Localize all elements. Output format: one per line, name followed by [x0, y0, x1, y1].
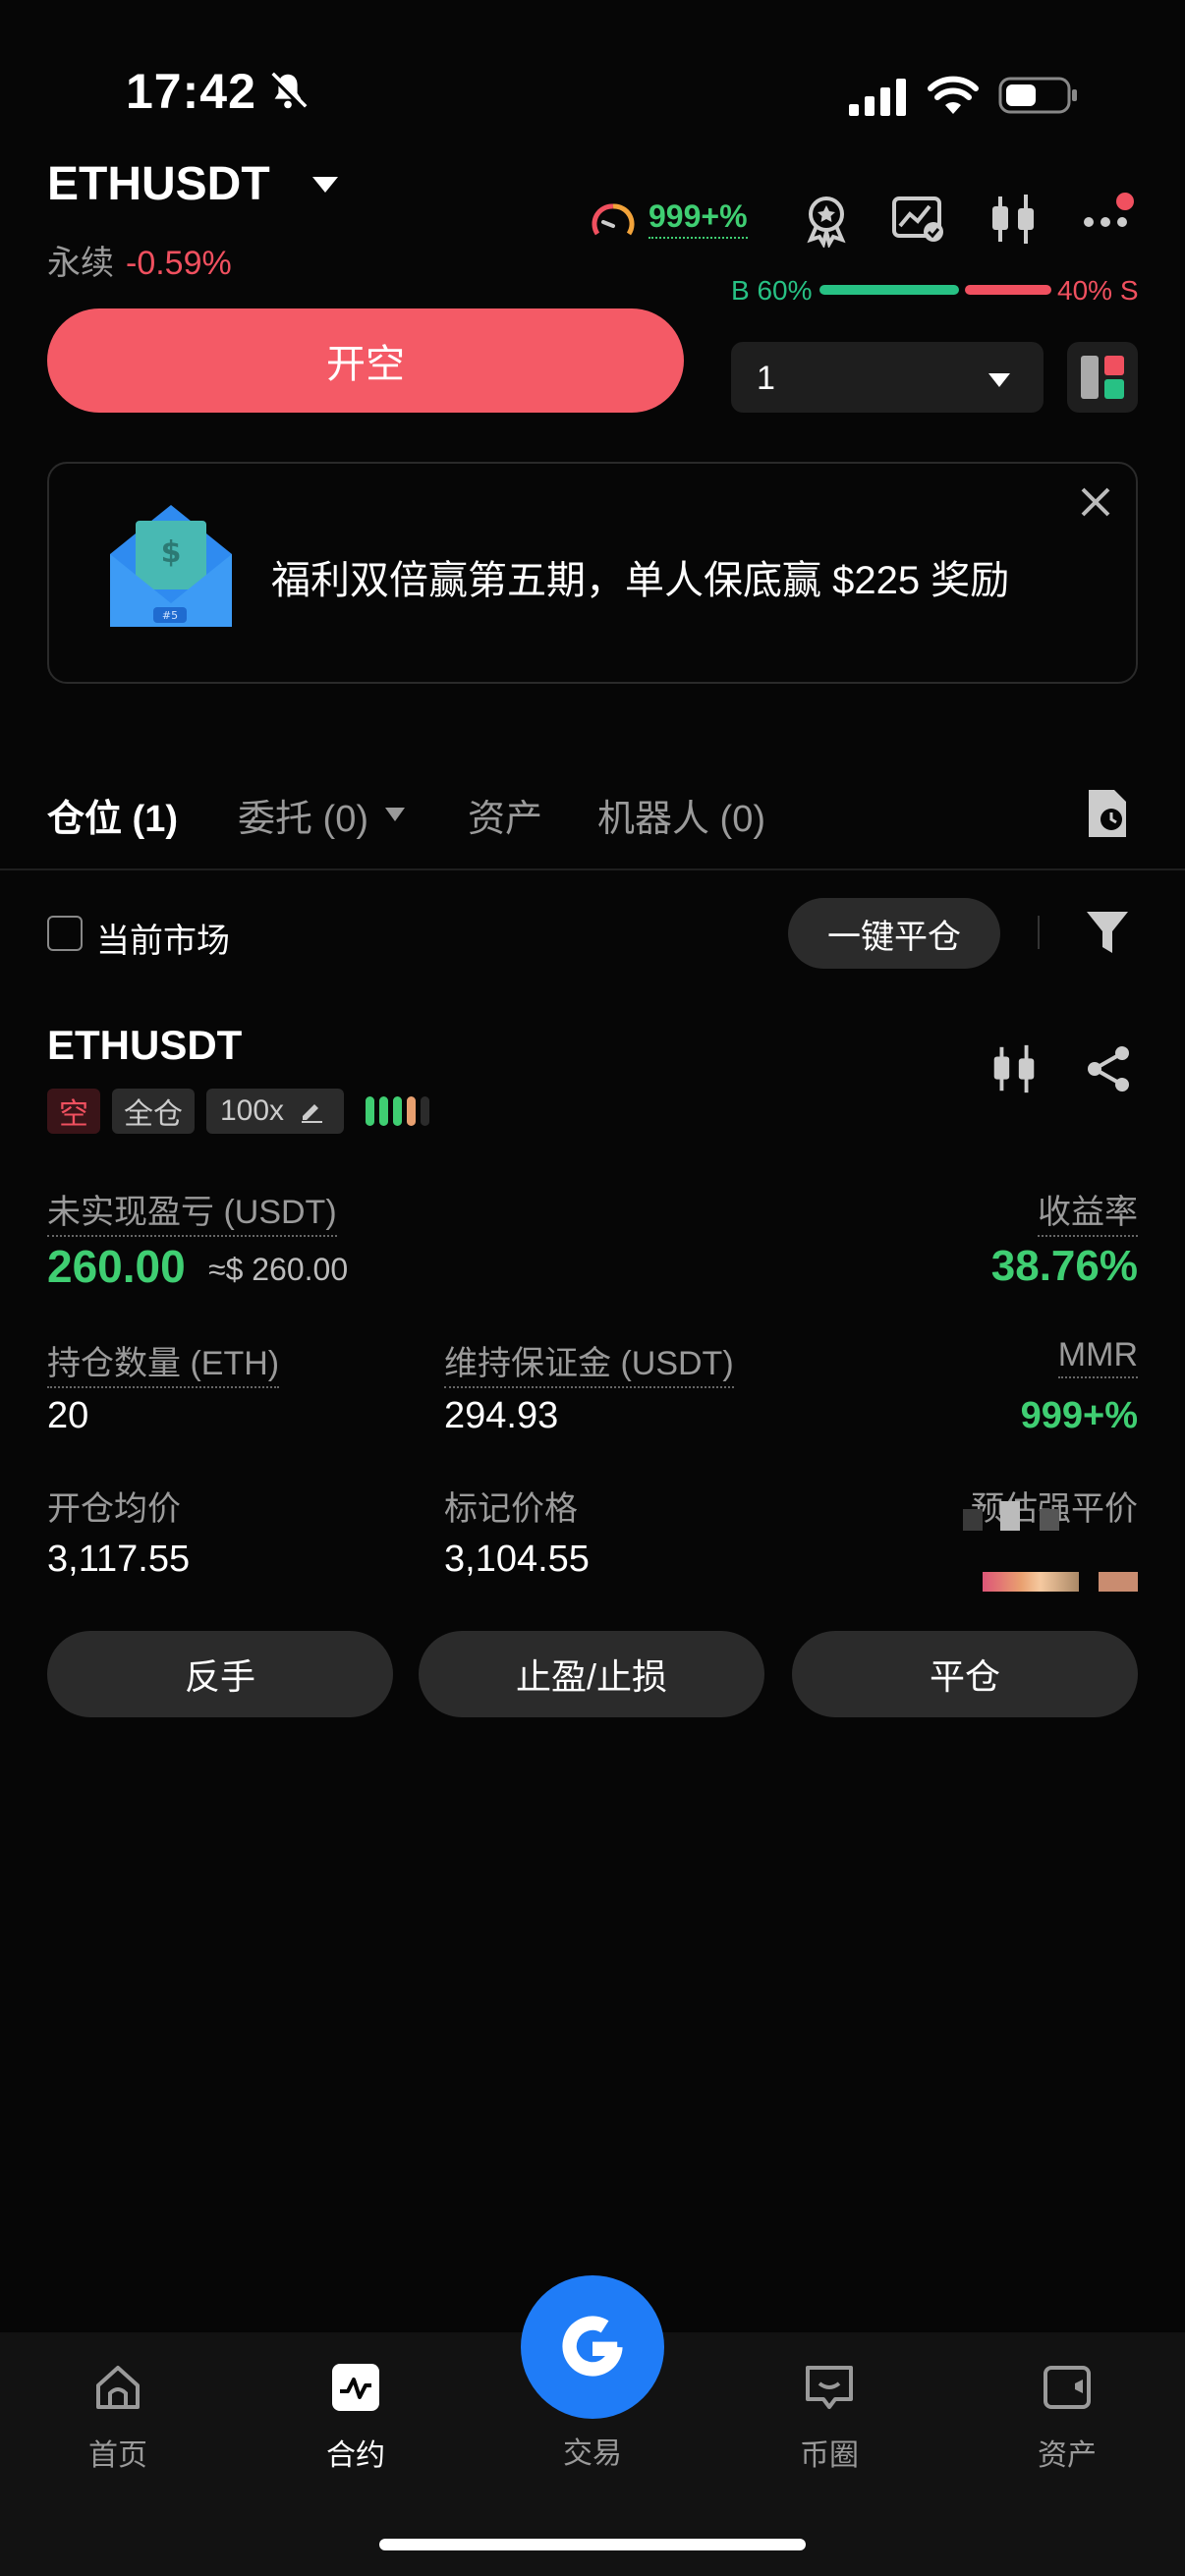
- tab-positions[interactable]: 仓位 (1): [47, 788, 178, 842]
- status-time: 17:42: [126, 64, 256, 119]
- nav-home-label: 首页: [88, 2439, 147, 2472]
- tab-bots[interactable]: 机器人 (0): [597, 788, 765, 842]
- vertical-divider: [1038, 916, 1040, 949]
- notification-dot: [1116, 193, 1134, 210]
- buy-ratio-label: B 60%: [731, 275, 813, 306]
- home-icon: [96, 2366, 140, 2409]
- candlestick-icon[interactable]: [987, 1041, 1042, 1096]
- history-document-icon[interactable]: [1085, 786, 1130, 841]
- wallet-icon: [1044, 2366, 1091, 2409]
- futures-icon: [332, 2364, 379, 2411]
- bell-muted-icon: [268, 72, 308, 111]
- sell-ratio-bar: [965, 285, 1051, 295]
- contract-type: 永续: [47, 245, 114, 282]
- tab-divider: [0, 868, 1185, 870]
- battery-icon: [998, 77, 1077, 114]
- share-icon[interactable]: [1083, 1043, 1134, 1094]
- tab-assets[interactable]: 资产: [468, 788, 542, 842]
- close-position-button[interactable]: 平仓: [792, 1631, 1138, 1717]
- nav-trade[interactable]: 交易: [534, 2358, 651, 2486]
- home-indicator: [379, 2539, 806, 2550]
- redacted-liq-price: [983, 1572, 1079, 1592]
- entry-price-label: 开仓均价: [47, 1490, 181, 1528]
- nav-community-label: 币圈: [800, 2439, 859, 2472]
- maint-margin-value: 294.93: [444, 1395, 559, 1436]
- mmr-indicator[interactable]: 999+%: [649, 198, 748, 239]
- wifi-icon: [928, 76, 979, 114]
- current-market-label: 当前市场: [96, 923, 230, 960]
- redacted-block: [1000, 1501, 1020, 1531]
- chat-icon: [806, 2366, 853, 2409]
- envelope-badge: #5: [162, 609, 178, 622]
- unrealized-pnl-approx: ≈$ 260.00: [208, 1252, 349, 1287]
- risk-level-bar: [393, 1096, 402, 1126]
- side-tag: 空: [47, 1089, 100, 1134]
- filter-icon[interactable]: [1085, 908, 1130, 957]
- banner-text: 福利双倍赢第五期，单人保底赢 $225 奖励: [271, 559, 1010, 602]
- caret-down-icon[interactable]: [312, 177, 338, 193]
- award-icon[interactable]: [798, 191, 855, 248]
- size-label[interactable]: 持仓数量 (ETH): [47, 1336, 280, 1388]
- redacted-block: [963, 1509, 983, 1531]
- caret-down-icon[interactable]: [385, 808, 405, 821]
- close-all-button[interactable]: 一键平仓: [788, 898, 1000, 969]
- nav-community[interactable]: 币圈: [770, 2358, 888, 2486]
- tab-orders[interactable]: 委托 (0): [238, 788, 368, 842]
- candlestick-icon[interactable]: [985, 191, 1042, 248]
- svg-text:$: $: [161, 535, 182, 570]
- chart-settings-icon[interactable]: [890, 191, 947, 248]
- nav-trade-label: 交易: [563, 2437, 622, 2470]
- edit-icon[interactable]: [299, 1098, 324, 1124]
- mark-price-value: 3,104.55: [444, 1539, 590, 1580]
- tpsl-button[interactable]: 止盈/止损: [419, 1631, 764, 1717]
- buy-ratio-bar: [819, 285, 959, 295]
- nav-assets[interactable]: 资产: [1008, 2358, 1126, 2486]
- layout-icon: [1081, 356, 1124, 399]
- unrealized-pnl-value: 260.00: [47, 1241, 186, 1292]
- sell-ratio-label: 40% S: [1057, 275, 1139, 306]
- risk-level-bar: [421, 1096, 429, 1126]
- close-icon[interactable]: [1079, 485, 1112, 519]
- roe-label[interactable]: 收益率: [1038, 1185, 1138, 1237]
- quantity-value: 1: [757, 360, 775, 397]
- open-short-button[interactable]: 开空: [47, 308, 684, 413]
- maint-margin-label[interactable]: 维持保证金 (USDT): [444, 1336, 734, 1388]
- redacted-block: [1040, 1509, 1059, 1531]
- mark-price-label: 标记价格: [444, 1490, 578, 1528]
- mmr-label[interactable]: MMR: [1057, 1336, 1138, 1378]
- current-market-checkbox[interactable]: [47, 916, 83, 951]
- caret-down-icon: [988, 373, 1010, 387]
- nav-assets-label: 资产: [1038, 2439, 1097, 2472]
- nav-futures-label: 合约: [326, 2439, 385, 2472]
- gauge-icon[interactable]: [590, 198, 637, 246]
- position-symbol[interactable]: ETHUSDT: [47, 1022, 242, 1069]
- reverse-button[interactable]: 反手: [47, 1631, 393, 1717]
- cellular-signal-icon: [849, 79, 906, 116]
- margin-mode-tag[interactable]: 全仓: [112, 1089, 195, 1134]
- pair-selector[interactable]: ETHUSDT: [47, 157, 270, 211]
- nav-futures[interactable]: 合约: [297, 2358, 415, 2486]
- nav-home[interactable]: 首页: [59, 2358, 177, 2486]
- unrealized-pnl-label[interactable]: 未实现盈亏 (USDT): [47, 1185, 337, 1237]
- size-value: 20: [47, 1395, 89, 1436]
- redacted-block: [1099, 1572, 1138, 1592]
- risk-level-bar: [407, 1096, 416, 1126]
- mmr-value: 999+%: [1020, 1395, 1138, 1436]
- price-change: -0.59%: [126, 245, 232, 282]
- risk-level-bar: [379, 1096, 388, 1126]
- envelope-icon: $ #5: [110, 505, 232, 627]
- risk-level-bar: [366, 1096, 374, 1126]
- contract-info: 永续 -0.59%: [47, 236, 232, 284]
- entry-price-value: 3,117.55: [47, 1539, 191, 1580]
- layout-toggle-button[interactable]: [1067, 342, 1138, 413]
- roe-value: 38.76%: [990, 1242, 1138, 1290]
